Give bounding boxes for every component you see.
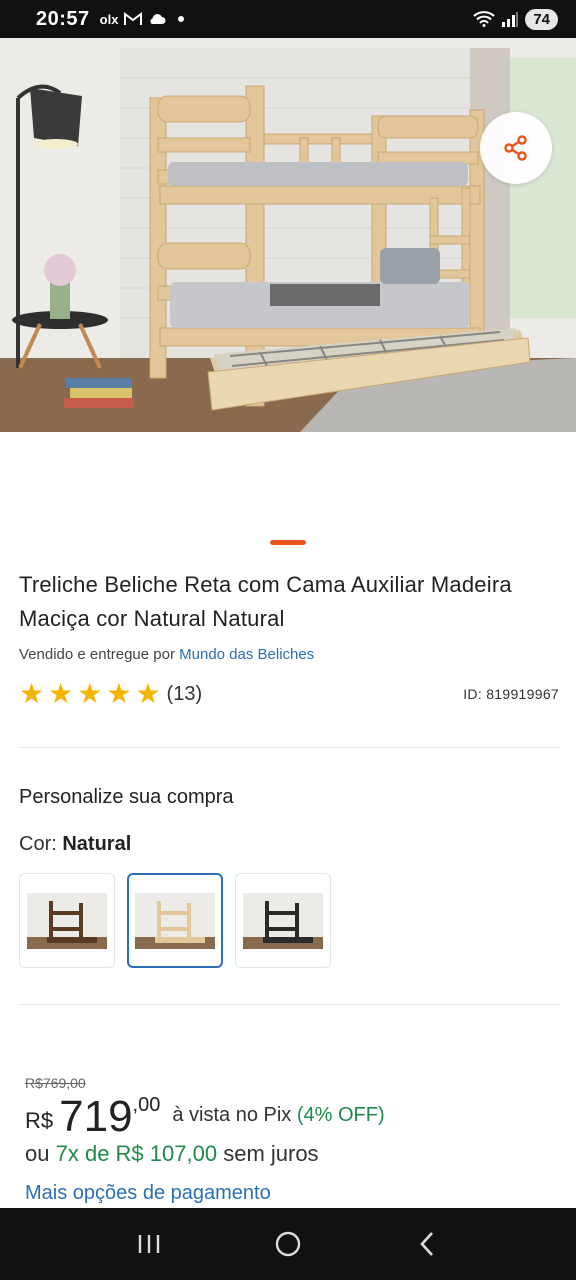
wifi-icon bbox=[473, 11, 495, 27]
swatch-dark[interactable] bbox=[19, 873, 115, 968]
star-icon: ★ bbox=[77, 678, 103, 709]
product-image[interactable] bbox=[0, 38, 576, 432]
olx-notification-icon: olx bbox=[99, 11, 119, 27]
rating-stars[interactable]: ★ ★ ★ ★ ★ bbox=[19, 680, 161, 708]
system-icons: 74 bbox=[473, 8, 558, 30]
home-button[interactable] bbox=[258, 1219, 318, 1269]
installments-line: ou 7x de R$ 107,00 sem juros bbox=[25, 1141, 319, 1167]
color-swatches bbox=[19, 873, 331, 968]
swatch-dark-thumbnail bbox=[27, 892, 107, 949]
personalize-title: Personalize sua compra bbox=[19, 786, 234, 808]
price-cents: ,00 bbox=[132, 1094, 161, 1116]
divider bbox=[19, 747, 559, 748]
installments-value: 7x de R$ 107,00 bbox=[55, 1141, 218, 1166]
seller-prefix: Vendido e entregue por bbox=[19, 646, 175, 663]
cloud-icon bbox=[150, 14, 166, 24]
swatch-black-thumbnail bbox=[243, 892, 323, 949]
product-title: Treliche Beliche Reta com Cama Auxiliar … bbox=[19, 572, 512, 631]
share-icon bbox=[504, 135, 527, 161]
pix-note: à vista no Pix (4% OFF) bbox=[172, 1104, 384, 1127]
status-bar: 20:57 olx 74 bbox=[0, 0, 576, 38]
pix-discount: (4% OFF) bbox=[296, 1104, 385, 1126]
star-icon: ★ bbox=[135, 678, 161, 709]
star-icon: ★ bbox=[106, 678, 132, 709]
recent-apps-button[interactable] bbox=[119, 1219, 179, 1269]
seller-link[interactable]: Mundo das Beliches bbox=[179, 646, 314, 663]
installments-prefix: ou bbox=[25, 1141, 50, 1166]
pix-text: à vista no Pix bbox=[172, 1104, 292, 1126]
status-time: 20:57 bbox=[36, 7, 90, 30]
color-label-prefix: Cor: bbox=[19, 833, 57, 855]
price-currency: R$ bbox=[25, 1108, 54, 1133]
swatch-natural-thumbnail bbox=[135, 892, 215, 949]
rating-row: ★ ★ ★ ★ ★ (13) ID: 819919967 bbox=[19, 680, 559, 708]
star-icon: ★ bbox=[48, 678, 74, 709]
product-id: ID: 819919967 bbox=[463, 686, 559, 702]
back-icon bbox=[419, 1232, 433, 1256]
price-integer: 719 bbox=[59, 1092, 133, 1141]
carousel-indicator bbox=[270, 540, 306, 545]
divider bbox=[19, 1004, 559, 1005]
review-count[interactable]: (13) bbox=[167, 683, 203, 706]
more-payment-options-link[interactable]: Mais opções de pagamento bbox=[25, 1182, 271, 1205]
recent-apps-icon bbox=[139, 1235, 160, 1253]
share-button[interactable] bbox=[480, 112, 552, 184]
notification-icons: olx bbox=[100, 12, 185, 27]
home-icon bbox=[275, 1231, 301, 1257]
old-price: R$769,00 bbox=[25, 1075, 86, 1091]
color-value: Natural bbox=[62, 833, 132, 855]
star-icon: ★ bbox=[19, 678, 45, 709]
swatch-black[interactable] bbox=[235, 873, 331, 968]
back-button[interactable] bbox=[397, 1219, 457, 1269]
price-row: R$ 719 ,00 à vista no Pix (4% OFF) bbox=[25, 1094, 385, 1140]
installments-suffix: sem juros bbox=[223, 1141, 319, 1166]
more-notifications-dot bbox=[178, 16, 185, 22]
seller-line: Vendido e entregue por Mundo das Beliche… bbox=[19, 646, 314, 663]
product-photo bbox=[0, 38, 576, 432]
system-navigation-bar bbox=[0, 1208, 576, 1280]
color-label: Cor: Natural bbox=[19, 833, 131, 856]
gmail-icon bbox=[124, 12, 143, 25]
swatch-natural[interactable] bbox=[127, 873, 223, 968]
signal-icon bbox=[502, 12, 519, 27]
battery-indicator: 74 bbox=[525, 8, 558, 30]
